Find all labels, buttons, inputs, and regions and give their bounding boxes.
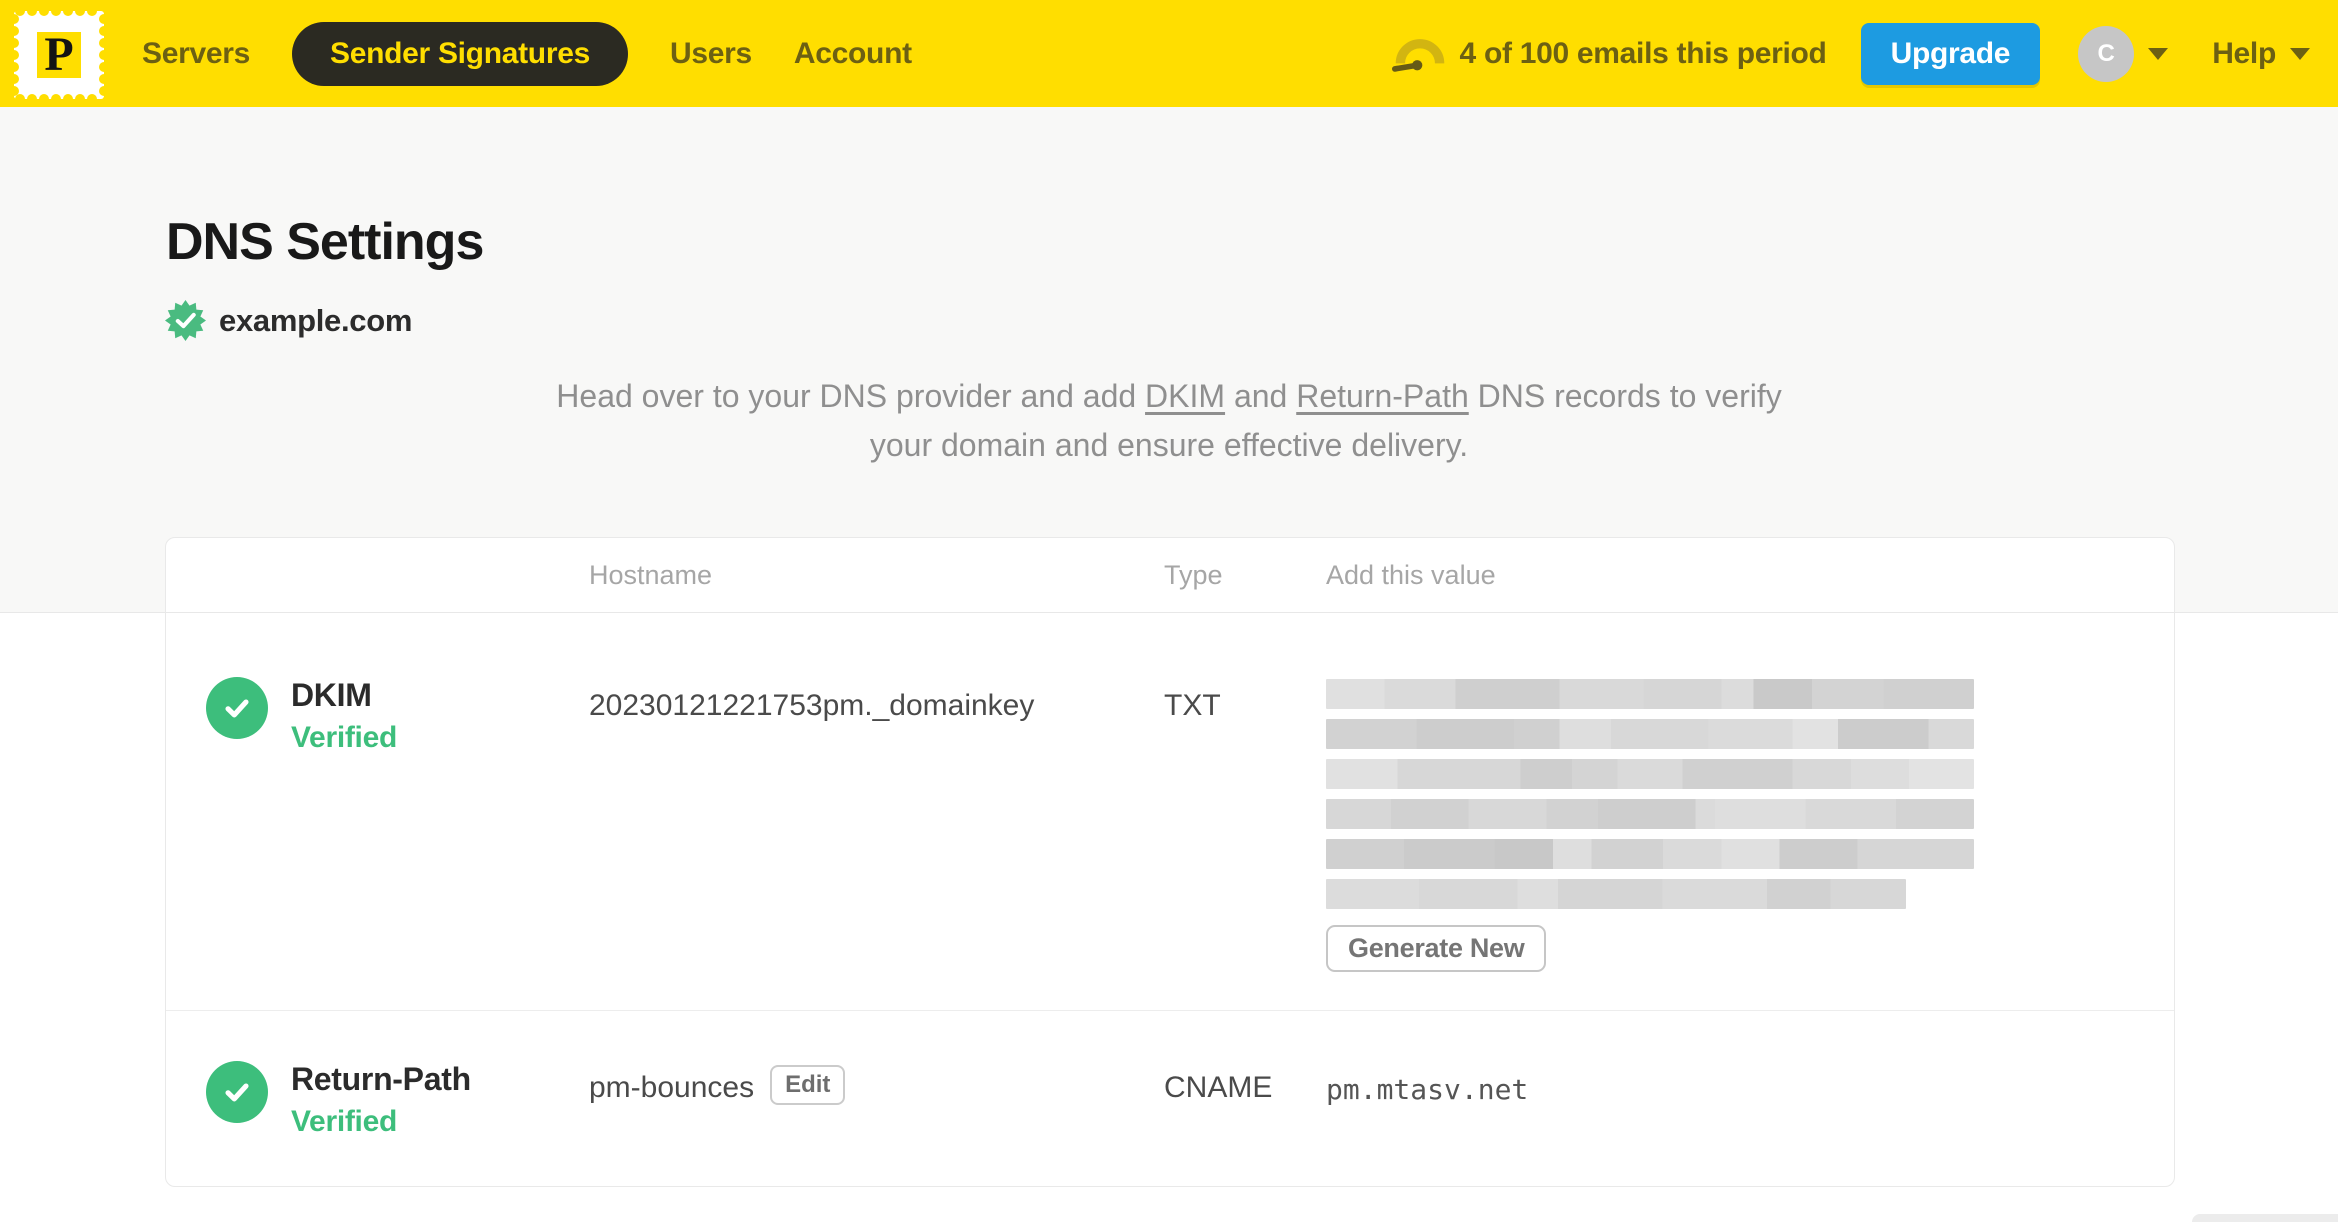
redacted-bar: [1326, 679, 1974, 709]
dkim-type: TXT: [1164, 689, 1221, 722]
postmark-logo[interactable]: P: [9, 5, 109, 104]
verified-seal-icon: [165, 300, 206, 341]
avatar[interactable]: C: [2078, 25, 2135, 82]
page-title: DNS Settings: [166, 213, 484, 271]
column-header-value: Add this value: [1326, 559, 1496, 590]
account-menu[interactable]: C: [2078, 25, 2169, 82]
record-name: Return-Path: [291, 1061, 471, 1097]
table-header-row: Hostname Type Add this value: [166, 538, 2174, 613]
dkim-link[interactable]: DKIM: [1145, 378, 1225, 414]
verified-domain: example.com: [165, 300, 2338, 341]
verified-check-icon: [206, 1061, 268, 1123]
corner-widget: [2192, 1214, 2338, 1222]
redacted-bar: [1326, 839, 1974, 869]
redacted-bar: [1326, 799, 1974, 829]
dns-records-card: Hostname Type Add this value DKIM Verifi…: [165, 537, 2175, 1187]
navbar-right: 4 of 100 emails this period Upgrade C He…: [1391, 22, 2310, 85]
return-path-link[interactable]: Return-Path: [1296, 378, 1469, 414]
edit-button[interactable]: Edit: [770, 1065, 846, 1105]
generate-new-button[interactable]: Generate New: [1326, 925, 1547, 972]
usage-gauge-icon: [1391, 38, 1444, 72]
domain-name: example.com: [219, 302, 413, 338]
hostname-text: pm-bounces: [589, 1071, 755, 1104]
nav-item-sender-signatures[interactable]: Sender Signatures: [292, 21, 628, 86]
return-path-value: pm.mtasv.net: [1326, 1073, 1529, 1106]
record-name: DKIM: [291, 677, 372, 713]
table-row-dkim: DKIM Verified 20230121221753pm._domainke…: [166, 613, 2174, 1010]
stamp-icon: P: [9, 5, 109, 104]
svg-text:P: P: [44, 28, 73, 81]
help-label: Help: [2212, 36, 2276, 70]
record-status: Verified: [291, 1105, 397, 1138]
redacted-bar: [1326, 759, 1974, 789]
table-row-return-path: Return-Path Verified pm-bounces Edit CNA…: [166, 1010, 2174, 1186]
return-path-hostname: pm-bounces Edit: [589, 1011, 1164, 1186]
record-status: Verified: [291, 721, 397, 754]
verified-check-icon: [206, 677, 268, 739]
intro-part1: Head over to your DNS provider and add: [556, 378, 1146, 414]
dkim-hostname: 20230121221753pm._domainkey: [589, 689, 1035, 722]
chevron-down-icon: [2148, 47, 2169, 60]
intro-part2: and: [1225, 378, 1297, 414]
upgrade-button[interactable]: Upgrade: [1860, 22, 2041, 85]
chevron-down-icon: [2290, 47, 2310, 60]
redacted-bar: [1326, 719, 1974, 749]
redacted-bar: [1326, 879, 1906, 909]
dkim-value-redacted: Generate New: [1326, 613, 2174, 1010]
dns-settings-page: P Servers Sender Signatures Users Accoun…: [0, 0, 2338, 1222]
nav-item-servers[interactable]: Servers: [142, 37, 250, 71]
nav-item-users[interactable]: Users: [670, 37, 752, 71]
column-header-type: Type: [1164, 559, 1223, 590]
intro-text: Head over to your DNS provider and add D…: [539, 372, 1799, 470]
usage-text: 4 of 100 emails this period: [1459, 36, 1827, 70]
help-menu[interactable]: Help: [2212, 37, 2310, 71]
top-navbar: P Servers Sender Signatures Users Accoun…: [0, 0, 2338, 107]
primary-nav: Servers Sender Signatures Users Account: [142, 21, 912, 86]
column-header-hostname: Hostname: [589, 559, 713, 590]
nav-item-account[interactable]: Account: [794, 37, 912, 71]
return-path-type: CNAME: [1164, 1071, 1273, 1104]
